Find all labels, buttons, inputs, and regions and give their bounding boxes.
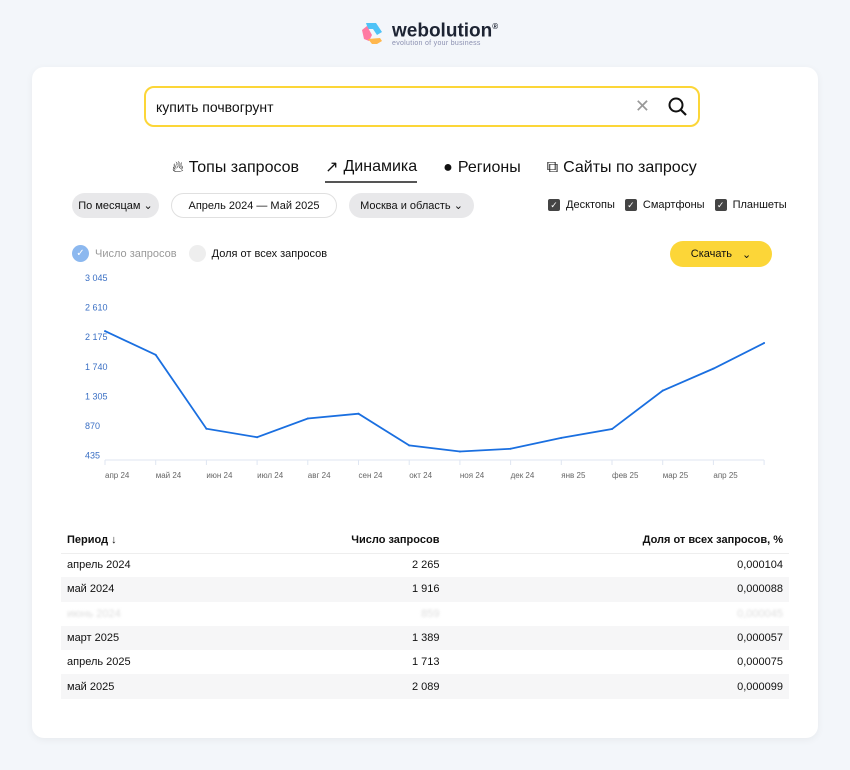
x-tick-label: июл 24: [257, 471, 284, 480]
data-point[interactable]: [458, 450, 461, 453]
data-point[interactable]: [763, 342, 766, 345]
table-row: апрель 2024 2 265 0,000104: [61, 553, 789, 577]
table-row: май 2025 2 089 0,000099: [61, 674, 789, 699]
cell-count: 2 265: [411, 559, 440, 572]
y-tick-label: 435: [85, 451, 100, 461]
data-point[interactable]: [712, 367, 715, 370]
x-tick-label: май 24: [156, 471, 182, 480]
series-line: [104, 330, 765, 453]
x-tick-label: мар 25: [663, 471, 689, 480]
x-tick-label: авг 24: [308, 471, 331, 480]
data-point[interactable]: [256, 436, 259, 439]
cell-count: 859: [421, 607, 440, 620]
header-period[interactable]: Период ↓: [61, 528, 225, 554]
cell-share: 0,000099: [445, 674, 789, 699]
logo-name: webolution®: [392, 20, 499, 42]
main-card: ✕ 🔥︎Топы запросов ↗Динамика ●Регионы ⧉Са…: [32, 67, 818, 738]
x-tick-label: дек 24: [511, 471, 535, 480]
cell-share: 0,000104: [737, 559, 783, 572]
cell-share: 0,000088: [445, 577, 789, 602]
table-row: май 2024 1 916 0,000088: [61, 577, 789, 602]
line-chart: 435 870 1 305 1 740 2 175 2 610 3 045 апр 24 май…: [85, 273, 766, 480]
data-point[interactable]: [357, 412, 360, 415]
cell-share: 0,000057: [445, 625, 789, 651]
cell-period: май 2024: [61, 577, 225, 602]
table-row: апрель 2025 1 713 0,000075: [61, 650, 789, 674]
cell-count: 1 713: [411, 656, 440, 669]
cell-period: март 2025: [61, 625, 225, 651]
logo: webolution® evolution of your business: [358, 18, 498, 47]
data-point[interactable]: [509, 447, 512, 450]
table-header: Период ↓ Число запросов Доля от всех зап…: [61, 528, 789, 554]
header-count[interactable]: Число запросов: [224, 528, 446, 554]
cell-period: апрель 2025: [67, 656, 131, 669]
data-point[interactable]: [560, 436, 563, 439]
x-tick-label: окт 24: [409, 471, 432, 480]
table-row: июнь 2024 859 0,000045: [61, 602, 789, 626]
x-tick-label: ноя 24: [460, 471, 485, 480]
data-point[interactable]: [408, 444, 411, 447]
x-tick-label: янв 25: [561, 471, 586, 480]
cell-count: 1 916: [224, 577, 446, 602]
y-tick-label: 1 740: [85, 362, 108, 372]
x-tick-label: апр 24: [105, 471, 130, 480]
y-tick-label: 2 610: [85, 303, 108, 313]
data-point[interactable]: [154, 353, 157, 356]
cell-count: 2 089: [224, 674, 446, 699]
x-tick-label: фев 25: [612, 471, 639, 480]
table-row: март 2025 1 389 0,000057: [61, 625, 789, 651]
data-point[interactable]: [104, 330, 106, 333]
cell-share: 0,000075: [737, 656, 783, 669]
cell-period: апрель 2024: [67, 559, 131, 572]
data-point[interactable]: [661, 389, 664, 392]
x-tick-label: сен 24: [359, 471, 384, 480]
cell-period: май 2025: [61, 674, 225, 699]
data-table: Период ↓ Число запросов Доля от всех зап…: [61, 528, 789, 699]
data-point[interactable]: [611, 428, 613, 431]
logo-tagline: evolution of your business: [392, 40, 481, 48]
y-tick-label: 2 175: [85, 332, 108, 342]
logo-icon: [362, 22, 382, 44]
y-tick-label: 3 045: [85, 273, 108, 283]
y-tick-label: 870: [85, 421, 100, 431]
x-tick-label: июн 24: [206, 471, 233, 480]
data-point[interactable]: [306, 417, 309, 420]
cell-period: июнь 2024: [67, 607, 121, 620]
cell-count: 1 389: [224, 625, 446, 651]
y-tick-label: 1 305: [85, 391, 108, 401]
header-share[interactable]: Доля от всех запросов, %: [445, 528, 789, 554]
x-tick-label: апр 25: [713, 471, 738, 480]
cell-share: 0,000045: [737, 607, 783, 620]
data-point[interactable]: [205, 427, 208, 430]
